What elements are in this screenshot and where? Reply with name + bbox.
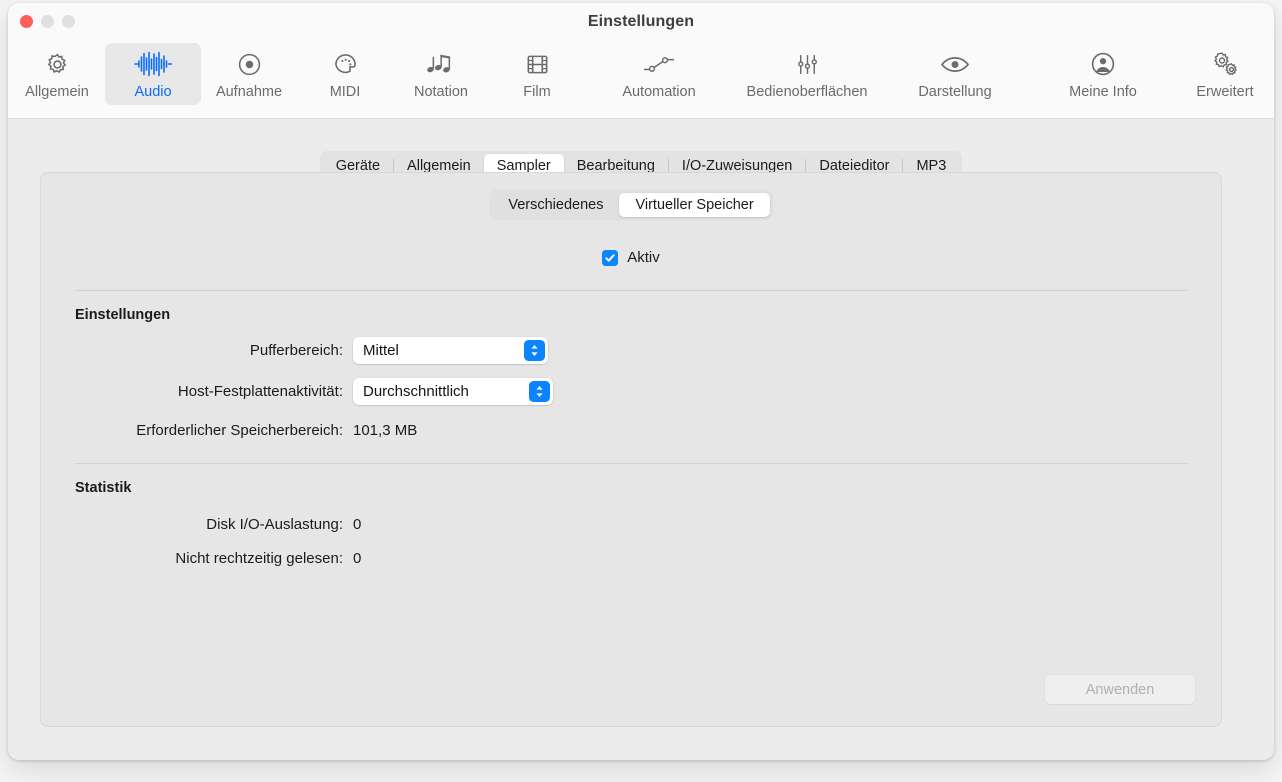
toolbar-item-darstellung[interactable]: Darstellung [881, 43, 1029, 105]
host-disk-activity-label: Host-Festplattenaktivität: [177, 383, 343, 400]
apply-button-container: Anwenden [1045, 675, 1195, 704]
toolbar-item-label: Bedienoberflächen [746, 84, 868, 100]
divider-top [75, 290, 1187, 291]
buffer-range-value: Mittel [363, 342, 399, 359]
segmented-container: Verschiedenes Virtueller Speicher [41, 173, 1221, 220]
chevron-updown-icon [529, 381, 550, 402]
settings-section-heading: Einstellungen [75, 307, 171, 323]
statistics-section-heading: Statistik [75, 480, 132, 496]
not-read-in-time-label: Nicht rechtzeitig gelesen: [175, 550, 343, 567]
disk-io-value: 0 [353, 516, 362, 533]
toolbar-item-label: Notation [413, 84, 468, 100]
toolbar-item-label: Automation [622, 84, 696, 100]
toolbar-item-aufnahme[interactable]: Aufnahme [201, 43, 297, 105]
record-icon [237, 50, 262, 78]
host-disk-activity-popup[interactable]: Durchschnittlich [353, 378, 553, 405]
toolbar-item-label: Allgemein [25, 84, 89, 100]
toolbar-item-bedienoberflaechen[interactable]: Bedienoberflächen [733, 43, 881, 105]
apply-button[interactable]: Anwenden [1045, 675, 1195, 704]
toolbar-item-midi[interactable]: MIDI [297, 43, 393, 105]
segment-verschiedenes[interactable]: Verschiedenes [492, 193, 619, 217]
preferences-window: Einstellungen Allgemein Audio Aufnahme M… [8, 3, 1274, 760]
aktiv-checkbox-row: Aktiv [41, 249, 1221, 266]
toolbar-item-film[interactable]: Film [489, 43, 585, 105]
toolbar-item-label: Aufnahme [215, 84, 283, 100]
disk-io-label: Disk I/O-Auslastung: [206, 516, 343, 533]
automation-icon [642, 50, 676, 78]
film-strip-icon [525, 50, 550, 78]
buffer-range-label: Pufferbereich: [249, 342, 343, 359]
segmented-control: Verschiedenes Virtueller Speicher [489, 190, 773, 220]
midi-plug-icon [333, 50, 358, 78]
toolbar-item-label: Erweitert [1196, 84, 1254, 100]
eye-icon [940, 50, 970, 78]
divider-bottom [75, 463, 1187, 464]
host-disk-activity-row: Host-Festplattenaktivität: Durchschnittl… [41, 378, 1221, 405]
toolbar: Allgemein Audio Aufnahme MIDI Notation F… [8, 43, 1274, 105]
titlebar: Einstellungen Allgemein Audio Aufnahme M… [8, 3, 1274, 119]
required-memory-value: 101,3 MB [353, 422, 418, 439]
aktiv-checkbox[interactable] [602, 249, 619, 266]
segment-virtueller-speicher[interactable]: Virtueller Speicher [619, 193, 770, 217]
music-notes-icon [426, 50, 456, 78]
sliders-icon [795, 50, 820, 78]
not-read-in-time-value: 0 [353, 550, 362, 567]
window-title: Einstellungen [587, 13, 695, 30]
toolbar-item-label: Audio [134, 84, 172, 100]
required-memory-row: Erforderlicher Speicherbereich: 101,3 MB [41, 422, 1221, 439]
toolbar-item-label: Film [523, 84, 551, 100]
waveform-icon [134, 50, 172, 78]
toolbar-item-erweitert[interactable]: Erweitert [1177, 43, 1273, 105]
checkmark-icon [605, 253, 615, 262]
buffer-range-row: Pufferbereich: Mittel [41, 337, 1221, 364]
buffer-range-popup[interactable]: Mittel [353, 337, 548, 364]
toolbar-item-meine-info[interactable]: Meine Info [1029, 43, 1177, 105]
chevron-updown-icon [524, 340, 545, 361]
settings-panel: Verschiedenes Virtueller Speicher Aktiv … [40, 172, 1222, 727]
gear-icon [45, 50, 70, 78]
disk-io-row: Disk I/O-Auslastung: 0 [41, 516, 1221, 533]
toolbar-item-allgemein[interactable]: Allgemein [9, 43, 105, 105]
toolbar-item-audio[interactable]: Audio [105, 43, 201, 105]
toolbar-item-label: MIDI [329, 84, 361, 100]
window-body: Geräte Allgemein Sampler Bearbeitung I/O… [8, 119, 1274, 760]
not-read-in-time-row: Nicht rechtzeitig gelesen: 0 [41, 550, 1221, 567]
double-gear-icon [1211, 50, 1240, 78]
person-icon [1090, 50, 1116, 78]
toolbar-item-automation[interactable]: Automation [585, 43, 733, 105]
toolbar-item-label: Meine Info [1069, 84, 1137, 100]
host-disk-activity-value: Durchschnittlich [363, 383, 469, 400]
aktiv-checkbox-label: Aktiv [627, 249, 660, 266]
toolbar-item-notation[interactable]: Notation [393, 43, 489, 105]
toolbar-item-label: Darstellung [918, 84, 992, 100]
required-memory-label: Erforderlicher Speicherbereich: [136, 422, 343, 439]
